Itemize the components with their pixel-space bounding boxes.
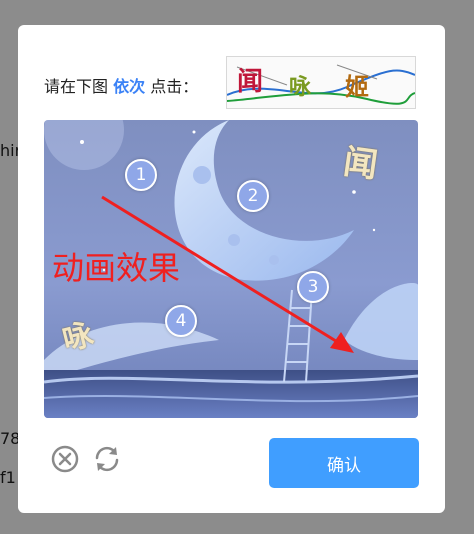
captcha-click-image[interactable]: 闻 咏 动画效果 1 2 3 4 [44, 120, 418, 418]
prompt-suffix: 点击： [150, 77, 199, 96]
click-marker-4[interactable]: 4 [165, 305, 197, 337]
click-marker-1[interactable]: 1 [125, 159, 157, 191]
prompt-prefix: 请在下图 [44, 77, 109, 96]
captcha-prompt: 请在下图 依次 点击： [44, 73, 198, 97]
animation-label: 动画效果 [52, 249, 181, 287]
click-marker-3[interactable]: 3 [297, 271, 329, 303]
captcha-dialog: 请在下图 依次 点击： 闻 咏 姬 闻 咏 动画效果 1 2 3 4 确认 [18, 25, 445, 513]
close-icon[interactable] [49, 443, 81, 475]
captcha-char-1: 闻 [237, 67, 264, 97]
prompt-highlight: 依次 [113, 77, 146, 96]
captcha-char-2: 咏 [289, 74, 312, 100]
confirm-button[interactable]: 确认 [269, 438, 419, 488]
captcha-char-3: 姬 [345, 72, 369, 101]
click-marker-2[interactable]: 2 [237, 180, 269, 212]
captcha-sample-image: 闻 咏 姬 [226, 56, 416, 109]
refresh-icon[interactable] [91, 443, 123, 475]
background-text-3: f1 [0, 468, 16, 487]
